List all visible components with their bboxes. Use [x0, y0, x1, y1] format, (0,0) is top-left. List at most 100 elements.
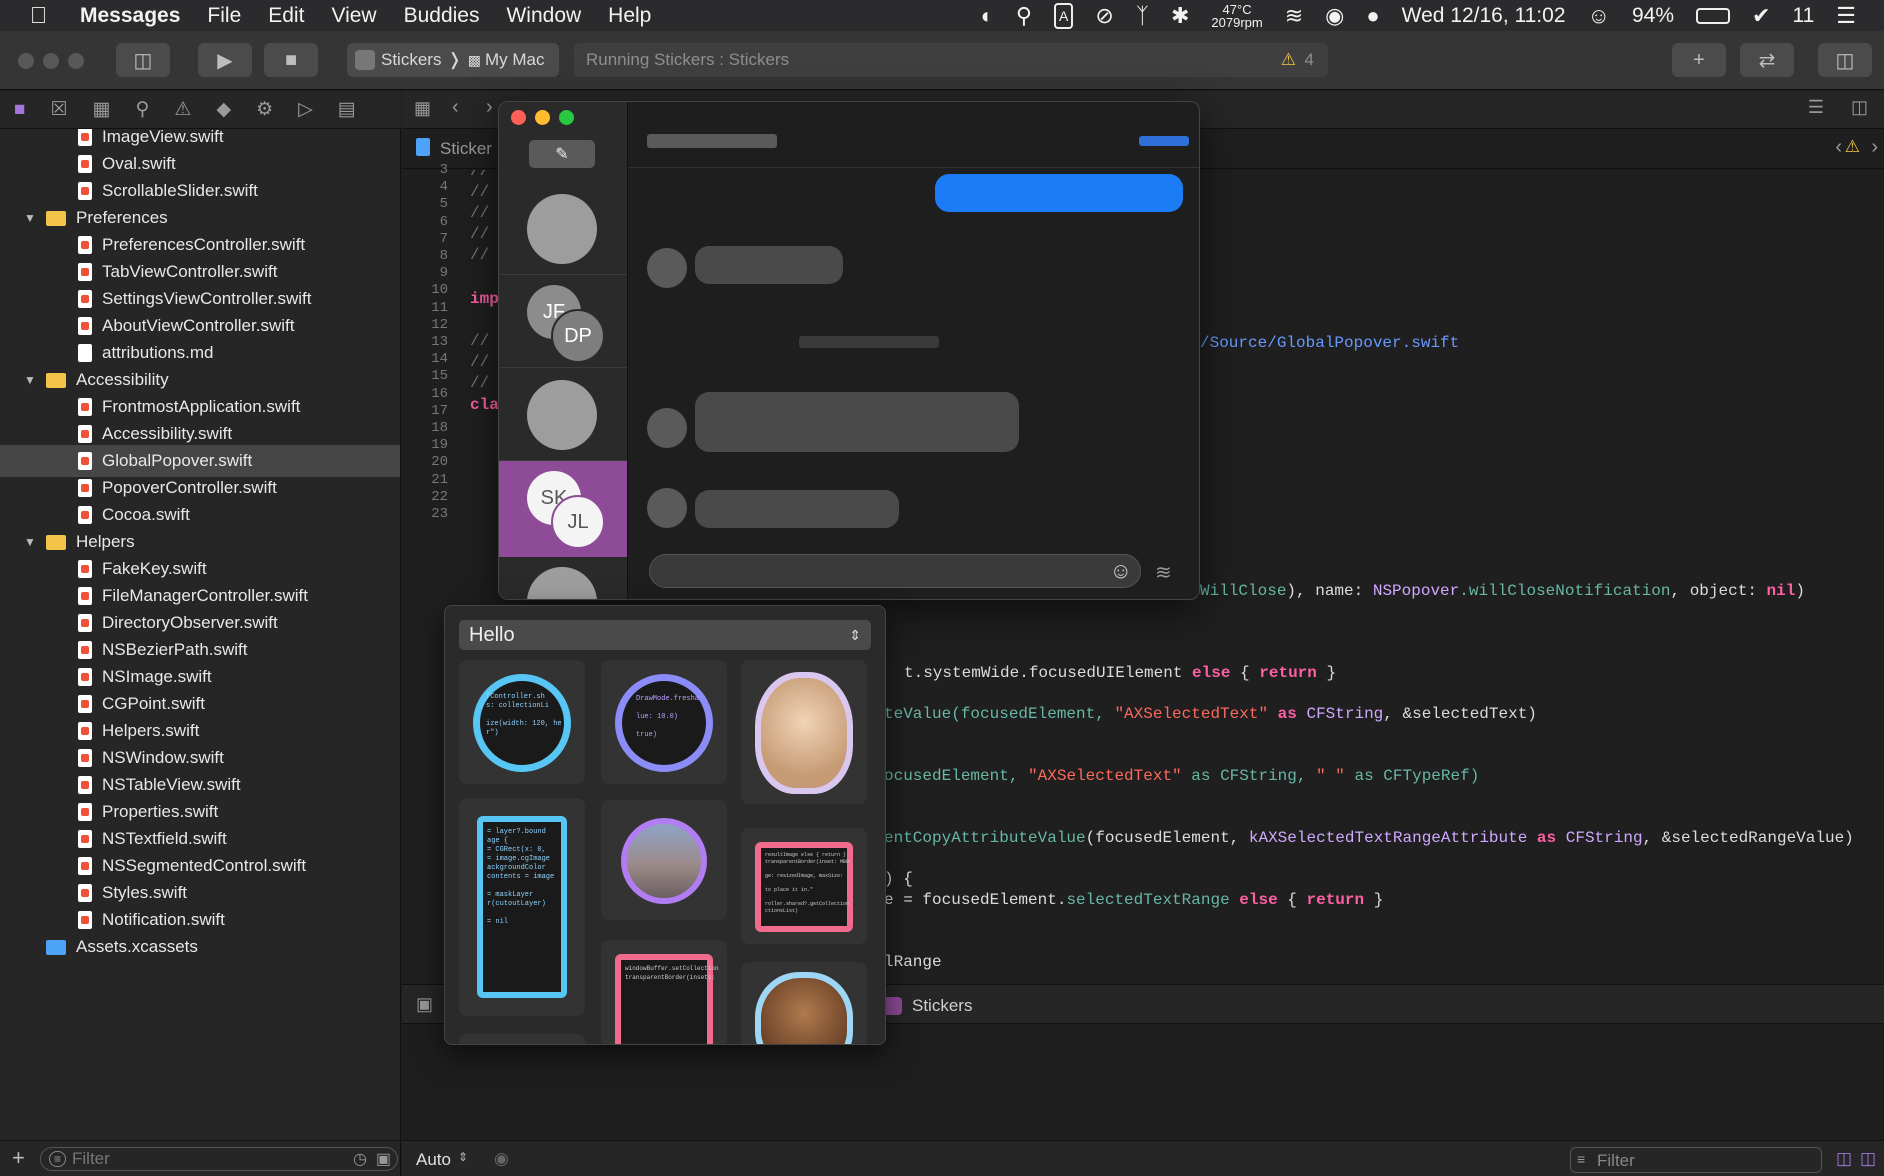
sticker-item[interactable] [741, 962, 867, 1044]
sidebar-toggle-button[interactable]: ◫ [116, 43, 170, 77]
audio-message-icon[interactable]: ≋ [1155, 560, 1172, 585]
conversation-item-selected[interactable]: SK JL [499, 461, 627, 557]
source-control-icon[interactable]: ☒ [50, 98, 67, 121]
stop-button[interactable]: ■ [264, 43, 318, 77]
window-minimize-button[interactable] [43, 53, 59, 69]
menu-file[interactable]: File [207, 4, 241, 28]
split-icon[interactable]: ◫ [1851, 97, 1868, 118]
code-path-link[interactable]: /Source/GlobalPopover.swift [1200, 334, 1459, 352]
issue-forward-icon[interactable]: › [1871, 136, 1878, 159]
test-icon[interactable]: ◆ [216, 98, 231, 121]
apple-menu-icon[interactable]:  [30, 2, 54, 29]
search-icon[interactable]: ⚲ [135, 98, 149, 121]
clock-icon[interactable]: ◷ [353, 1149, 367, 1169]
do-not-disturb-icon[interactable]: ⊘ [1095, 4, 1113, 27]
menu-view[interactable]: View [331, 4, 376, 28]
warning-count[interactable]: 4 [1305, 50, 1314, 70]
split-left-icon[interactable]: ◫ [1836, 1149, 1852, 1169]
console-filter-field[interactable]: ≡ Filter [1570, 1147, 1822, 1173]
inspector-toggle-button[interactable]: ◫ [1818, 43, 1872, 77]
warning-icon[interactable]: ⚠ [1281, 50, 1296, 70]
editor-tab-label[interactable]: Sticker [440, 139, 492, 159]
face-icon[interactable]: ☺ [1588, 4, 1610, 27]
emoji-icon[interactable]: ☺ [1110, 558, 1132, 584]
breakpoint-icon[interactable]: ▷ [298, 98, 313, 121]
battery-icon[interactable] [1696, 7, 1731, 24]
sticker-item[interactable]: = layer?.bound age { = CGRect(x: 0, = im… [459, 798, 585, 1016]
fan-icon[interactable]: ✱ [1171, 4, 1189, 27]
messages-window[interactable]: ✎ JF DP SK JL ☺ ≋ [498, 101, 1200, 600]
issue-back-icon[interactable]: ‹ [1835, 136, 1842, 159]
close-button[interactable] [511, 110, 526, 125]
minimize-button[interactable] [535, 110, 550, 125]
message-input[interactable]: ☺ [649, 554, 1141, 588]
bluetooth-icon[interactable]: ᛉ [1136, 4, 1149, 27]
compose-button[interactable]: ✎ [529, 140, 595, 168]
lines-icon[interactable]: ☰ [1808, 97, 1824, 118]
hide-debug-icon[interactable]: ▣ [416, 994, 433, 1015]
half-circle-icon[interactable]: ◐ [981, 4, 994, 27]
debug-icon[interactable]: ⚙ [256, 98, 273, 121]
code-token: entCopyAttributeValue [884, 829, 1086, 847]
menu-help[interactable]: Help [608, 4, 651, 28]
search-icon[interactable]: ⚲ [1016, 4, 1032, 27]
run-button[interactable]: ▶ [198, 43, 252, 77]
battery-percent[interactable]: 94% [1632, 4, 1674, 28]
sticker-item[interactable]: resultImage else { return } transparentB… [741, 828, 867, 944]
symbol-icon[interactable]: ▦ [93, 98, 111, 121]
menu-app-name[interactable]: Messages [80, 4, 180, 28]
conversation-item[interactable] [499, 368, 627, 461]
scheme-selector[interactable]: Stickers ❭ ▩ My Mac [347, 43, 559, 77]
disclosure-triangle-icon[interactable]: ▼ [24, 373, 40, 387]
conversation-item[interactable] [499, 182, 627, 275]
forward-icon[interactable]: › [486, 96, 493, 119]
scope-icon[interactable]: ▣ [376, 1149, 391, 1169]
activity-viewer[interactable]: Running Stickers : Stickers ⚠ 4 [574, 43, 1328, 77]
window-zoom-button[interactable] [68, 53, 84, 69]
zoom-button[interactable] [559, 110, 574, 125]
menu-buddies[interactable]: Buddies [404, 4, 480, 28]
menu-edit[interactable]: Edit [268, 4, 304, 28]
issue-icon[interactable]: ⚠ [174, 98, 191, 121]
library-button[interactable]: + [1672, 43, 1726, 77]
folder-icon[interactable]: ■ [14, 99, 25, 121]
add-icon[interactable]: + [12, 1145, 25, 1171]
sticker-item[interactable]: fController.sh s: collectionLi ize(width… [459, 660, 585, 784]
sensor-readout[interactable]: 47°C 2079rpm [1211, 3, 1262, 29]
warning-icon[interactable]: ⚠ [1845, 137, 1860, 157]
window-close-button[interactable] [18, 53, 34, 69]
notification-count[interactable]: 11 [1792, 4, 1814, 28]
split-right-icon[interactable]: ◫ [1860, 1149, 1876, 1169]
dot-icon[interactable]: ● [1366, 4, 1379, 27]
checkmark-icon[interactable]: ✔ [1752, 4, 1770, 27]
swift-file-icon [78, 479, 92, 497]
text-input-icon[interactable]: A [1053, 2, 1074, 29]
conversation-item[interactable] [499, 557, 627, 599]
conversation-item[interactable]: JF DP [499, 275, 627, 368]
sticker-pack-selector[interactable]: Hello ⇕ [459, 620, 871, 650]
back-icon[interactable]: ‹ [452, 96, 459, 119]
sticker-item[interactable]: DrawMode.fresha lue: 10.0) true) [601, 660, 727, 784]
eye-icon[interactable]: ◉ [494, 1149, 509, 1169]
report-icon[interactable]: ▤ [338, 98, 356, 121]
navigator-label: FrontmostApplication.swift [102, 397, 301, 416]
navigator-group[interactable]: Assets.xcassets [0, 931, 400, 963]
list-icon[interactable]: ☰ [1836, 4, 1856, 27]
menu-window[interactable]: Window [506, 4, 581, 28]
code-token: ) [1795, 582, 1805, 600]
sticker-item[interactable] [741, 660, 867, 804]
grid-icon[interactable]: ▦ [414, 98, 431, 119]
disclosure-triangle-icon[interactable]: ▼ [24, 535, 40, 549]
audio-waveform-icon[interactable]: ◉ [1325, 4, 1344, 27]
disclosure-triangle-icon[interactable]: ▼ [24, 211, 40, 225]
sticker-item[interactable] [459, 1034, 585, 1044]
clock-label[interactable]: Wed 12/16, 11:02 [1402, 4, 1566, 28]
wifi-icon[interactable]: ≋ [1285, 4, 1303, 27]
sticker-item[interactable]: windowBuffer.setCollection transparentBo… [601, 940, 727, 1044]
sidebar-icon: ◫ [133, 49, 153, 72]
code-review-button[interactable]: ⇄ [1740, 43, 1794, 77]
debug-target-label[interactable]: Stickers [912, 996, 972, 1016]
filter-field[interactable]: ≡ Filter ◷ ▣ [40, 1147, 398, 1171]
auto-selector[interactable]: Auto [416, 1150, 451, 1170]
sticker-item[interactable] [601, 800, 727, 920]
